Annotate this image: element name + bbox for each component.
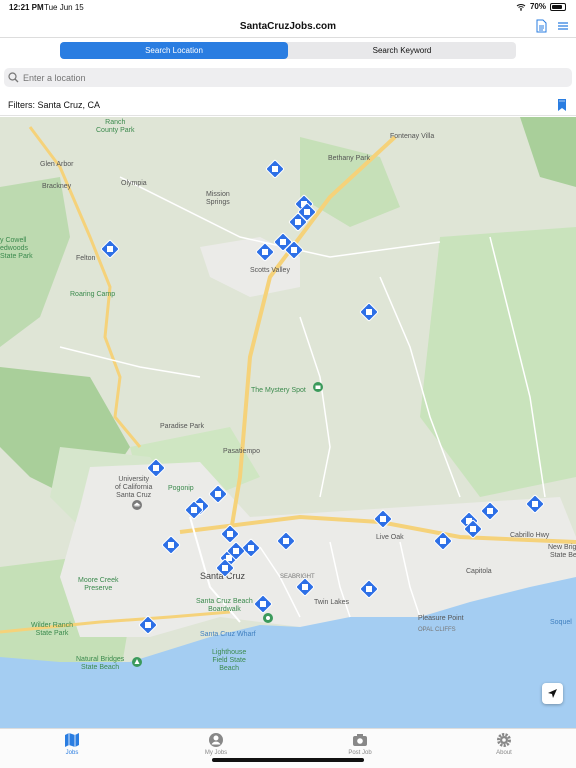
battery-percent: 70% [529,2,546,11]
map-label-paradise-park: Paradise Park [160,423,204,430]
map-label-felton: Felton [76,255,96,262]
map-label-cabrillo-hwy: Cabrillo Hwy [510,532,550,539]
map-label-mission-springs: Mission Springs [206,191,230,206]
tab-bar: Jobs My Jobs Post Job About [0,728,576,768]
location-arrow-icon [548,689,557,698]
location-search-bar [4,68,572,87]
map-label-capitola: Capitola [466,568,492,575]
current-location-button[interactable] [542,683,563,704]
tab-search-keyword[interactable]: Search Keyword [288,42,516,59]
camera-icon [353,734,367,746]
map-label-natural-bridges: Natural Bridges State Beach [76,656,125,671]
map-label-boardwalk: Santa Cruz Beach Boardwalk [196,598,253,613]
menu-icon[interactable] [556,19,570,33]
gear-icon [497,733,511,747]
park-poi-icon [132,657,142,667]
map-label-new-brighton: New Brighton State Beach [548,544,576,559]
map-label-scotts-valley: Scotts Valley [250,267,290,274]
tab-post-job-label: Post Job [348,750,372,756]
status-right: 70% [516,2,566,11]
status-time: 12:21 PM [9,3,44,12]
document-icon[interactable] [534,19,548,33]
map-label-cowell: y Cowell edwoods State Park [0,237,33,260]
map-label-mystery-spot: The Mystery Spot [251,387,306,394]
map-label-twin-lakes: Twin Lakes [314,599,350,606]
tab-jobs-label: Jobs [65,750,79,756]
nav-bar: SantaCruzJobs.com [0,16,576,38]
search-icon [8,72,19,83]
tab-post-job[interactable]: Post Job [288,729,432,768]
map-label-fontenay-villa: Fontenay Villa [390,133,435,140]
boardwalk-poi-icon [263,613,273,623]
map-background [0,117,576,728]
map-label-brackney: Brackney [42,183,72,190]
tab-jobs[interactable]: Jobs [0,729,144,768]
map-label-pleasure-point: Pleasure Point [418,615,464,622]
university-poi-icon [132,500,142,510]
bookmark-icon[interactable] [556,98,568,112]
map-label-opal-cliffs: OPAL CLIFFS [418,627,456,633]
map-label-live-oak: Live Oak [376,534,404,541]
home-indicator[interactable] [212,758,364,762]
wifi-icon [516,3,526,11]
map-label-soquel: Soquel [550,619,572,626]
map-label-olympia: Olympia [121,180,147,187]
person-icon [209,733,223,747]
map-label-ucsc: University of California Santa Cruz [115,476,153,499]
map-view[interactable]: Ranch County Park Fontenay Villa Glen Ar… [0,117,576,728]
tab-about[interactable]: About [432,729,576,768]
tab-my-jobs-label: My Jobs [204,750,228,756]
map-label-roaring-camp: Roaring Camp [70,291,116,298]
camera-poi-icon [313,382,323,392]
status-date: Tue Jun 15 [44,3,84,12]
map-label-glen-arbor: Glen Arbor [40,161,74,168]
map-label-pogonip: Pogonip [168,485,194,492]
tab-my-jobs[interactable]: My Jobs [144,729,288,768]
map-label-moore-creek: Moore Creek Preserve [78,577,119,592]
map-label-pasatiempo: Pasatiempo [223,448,260,455]
map-icon [65,733,79,747]
map-label-wilder-ranch: Wilder Ranch State Park [31,622,74,637]
filters-bar: Filters: Santa Cruz, CA [0,92,576,116]
status-bar: 12:21 PM Tue Jun 15 70% [0,0,576,16]
search-mode-control: Search Location Search Keyword [60,42,516,59]
map-label-ranch-county-park: Ranch County Park [96,119,135,134]
map-label-bethany-park: Bethany Park [328,155,371,162]
map-label-seabright: SEABRIGHT [280,574,315,580]
tab-about-label: About [496,750,512,756]
map-label-wharf: Santa Cruz Wharf [200,631,256,638]
location-search-input[interactable] [23,72,543,83]
map-label-lighthouse: Lighthouse Field State Beach [212,649,247,672]
tab-search-location[interactable]: Search Location [60,42,288,59]
battery-icon [550,2,566,11]
filters-label: Filters: Santa Cruz, CA [8,100,101,110]
page-title: SantaCruzJobs.com [239,21,337,32]
